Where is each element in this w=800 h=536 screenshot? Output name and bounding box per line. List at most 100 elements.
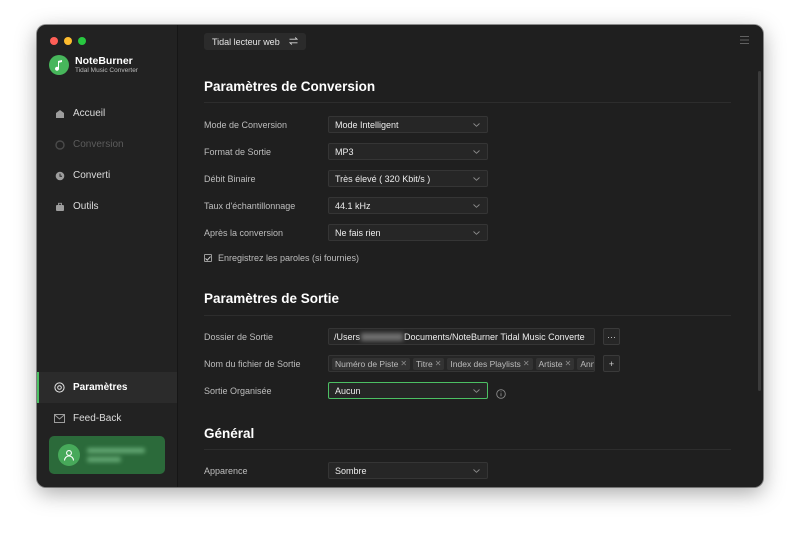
select-value: Sombre [335, 465, 367, 476]
minimize-window-button[interactable] [64, 37, 72, 45]
output-section-title: Paramètres de Sortie [204, 291, 340, 306]
sidebar-item-feedback[interactable]: Feed-Back [37, 403, 177, 434]
sidebar-item-label: Conversion [73, 139, 124, 150]
row-label: Nom du fichier de Sortie [204, 358, 301, 369]
music-note-icon [49, 55, 69, 75]
path-prefix: /Users [334, 331, 361, 342]
sidebar-item-label: Paramètres [73, 382, 128, 393]
output-folder-row: Dossier de Sortie /Users Documents/NoteB… [204, 328, 731, 345]
tag-label: Artiste [538, 358, 563, 369]
toolbox-icon [54, 201, 65, 212]
sidebar-bottom-nav: Paramètres Feed-Back [37, 372, 177, 434]
row-label: Sortie Organisée [204, 385, 272, 396]
remove-tag-icon[interactable]: ✕ [565, 359, 572, 368]
conversion-mode-row: Mode de Conversion Mode Intelligent [204, 116, 731, 133]
row-label: Débit Binaire [204, 173, 256, 184]
app-subtitle: Tidal Music Converter [75, 66, 138, 74]
remove-tag-icon[interactable]: ✕ [400, 359, 407, 368]
hamburger-menu-icon[interactable] [740, 35, 749, 47]
chevron-down-icon [472, 120, 481, 129]
info-icon[interactable] [496, 386, 506, 399]
conversion-icon [54, 139, 65, 150]
remove-tag-icon[interactable]: ✕ [435, 359, 442, 368]
switch-arrows-icon [288, 36, 298, 47]
tag-label: Index des Playlists [450, 358, 521, 369]
appearance-select[interactable]: Sombre [328, 462, 488, 479]
sidebar-item-accueil[interactable]: Accueil [37, 98, 177, 129]
conversion-mode-select[interactable]: Mode Intelligent [328, 116, 488, 133]
avatar [58, 444, 80, 466]
row-label: Mode de Conversion [204, 119, 288, 130]
select-value: Ne fais rien [335, 227, 381, 238]
add-tag-button[interactable]: + [603, 355, 620, 372]
remove-tag-icon[interactable]: ✕ [523, 359, 530, 368]
clock-icon [54, 170, 65, 181]
select-value: Très élevé ( 320 Kbit/s ) [335, 173, 431, 184]
bitrate-row: Débit Binaire Très élevé ( 320 Kbit/s ) [204, 170, 731, 187]
zoom-window-button[interactable] [78, 37, 86, 45]
filename-tag[interactable]: Ann [577, 357, 595, 370]
sidebar-item-parametres[interactable]: Paramètres [37, 372, 177, 403]
app-name: NoteBurner [75, 54, 133, 67]
filename-tag[interactable]: Index des Playlists ✕ [447, 357, 533, 370]
gear-icon [54, 382, 65, 393]
row-label: Après la conversion [204, 227, 284, 238]
save-lyrics-checkbox[interactable] [204, 254, 212, 262]
output-folder-field[interactable]: /Users Documents/NoteBurner Tidal Music … [328, 328, 595, 345]
organized-output-select[interactable]: Aucun [328, 382, 488, 399]
redacted-username [361, 332, 404, 341]
filename-tag[interactable]: Artiste ✕ [535, 357, 575, 370]
filename-tag[interactable]: Numéro de Piste ✕ [332, 357, 411, 370]
sidebar-item-label: Outils [73, 201, 99, 212]
output-filename-row: Nom du fichier de Sortie Numéro de Piste… [204, 355, 731, 372]
select-value: MP3 [335, 146, 354, 157]
row-label: Dossier de Sortie [204, 331, 274, 342]
save-lyrics-label: Enregistrez les paroles (si fournies) [218, 253, 360, 263]
mail-icon [54, 413, 65, 424]
filename-tag[interactable]: Titre ✕ [413, 357, 445, 370]
sample-rate-select[interactable]: 44.1 kHz [328, 197, 488, 214]
sidebar: NoteBurner Tidal Music Converter Accueil… [37, 25, 178, 487]
chevron-down-icon [472, 386, 481, 395]
filename-tags-field[interactable]: Numéro de Piste ✕ Titre ✕ Index des Playli… [328, 355, 595, 372]
sidebar-item-converti[interactable]: Converti [37, 160, 177, 191]
divider [204, 102, 731, 103]
close-window-button[interactable] [50, 37, 58, 45]
chevron-down-icon [472, 174, 481, 183]
user-account-card[interactable] [49, 436, 165, 474]
save-lyrics-option[interactable]: Enregistrez les paroles (si fournies) [204, 253, 359, 263]
tag-label: Ann [580, 358, 595, 369]
sidebar-item-conversion[interactable]: Conversion [37, 129, 177, 160]
select-value: Mode Intelligent [335, 119, 399, 130]
scrollbar[interactable] [758, 71, 761, 391]
redacted-user-info [87, 448, 145, 462]
sidebar-item-outils[interactable]: Outils [37, 191, 177, 222]
after-conversion-select[interactable]: Ne fais rien [328, 224, 488, 241]
chevron-down-icon [472, 228, 481, 237]
output-format-row: Format de Sortie MP3 [204, 143, 731, 160]
app-logo: NoteBurner Tidal Music Converter [49, 55, 138, 75]
browse-folder-button[interactable]: ··· [603, 328, 620, 345]
bitrate-select[interactable]: Très élevé ( 320 Kbit/s ) [328, 170, 488, 187]
row-label: Format de Sortie [204, 146, 272, 157]
main-panel: Tidal lecteur web Paramètres de Conversi… [178, 25, 763, 487]
chevron-down-icon [472, 201, 481, 210]
organized-output-row: Sortie Organisée Aucun [204, 382, 731, 399]
select-value: Aucun [335, 385, 361, 396]
appearance-row: Apparence Sombre [204, 462, 731, 479]
sidebar-nav: Accueil Conversion Converti Outils [37, 98, 177, 222]
divider [204, 449, 731, 450]
select-value: 44.1 kHz [335, 200, 371, 211]
row-label: Apparence [204, 465, 248, 476]
divider [204, 315, 731, 316]
output-format-select[interactable]: MP3 [328, 143, 488, 160]
source-switch-button[interactable]: Tidal lecteur web [204, 33, 306, 50]
app-window: NoteBurner Tidal Music Converter Accueil… [37, 25, 763, 487]
sample-rate-row: Taux d'échantillonnage 44.1 kHz [204, 197, 731, 214]
tag-label: Titre [416, 358, 433, 369]
window-controls [50, 37, 86, 45]
chevron-down-icon [472, 147, 481, 156]
after-conversion-row: Après la conversion Ne fais rien [204, 224, 731, 241]
source-label: Tidal lecteur web [212, 36, 280, 47]
sidebar-item-label: Converti [73, 170, 111, 181]
